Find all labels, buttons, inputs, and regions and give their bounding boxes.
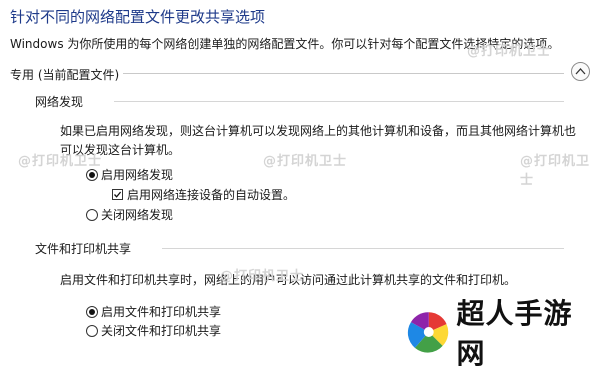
network-discovery-off-label: 关闭网络发现 <box>101 208 174 222</box>
page-title: 针对不同的网络配置文件更改共享选项 <box>10 8 266 26</box>
watermark: @打印机卫士 <box>263 154 348 169</box>
site-logo: 超人手游网 <box>407 292 600 372</box>
chevron-up-icon <box>575 68 586 75</box>
watermark: @打印机卫士 <box>18 154 103 169</box>
checkbox-checked-icon[interactable] <box>112 189 123 200</box>
network-discovery-on-label: 启用网络发现 <box>101 168 174 182</box>
section-divider <box>123 73 564 74</box>
profile-section-label: 专用 (当前配置文件) <box>10 68 120 82</box>
radio-unselected-icon[interactable] <box>86 324 98 337</box>
file-sharing-off-label: 关闭文件和打印机共享 <box>101 324 222 338</box>
file-sharing-on-option[interactable]: 启用文件和打印机共享 <box>86 303 221 320</box>
network-discovery-off-option[interactable]: 关闭网络发现 <box>86 206 173 223</box>
auto-setup-option[interactable]: 启用网络连接设备的自动设置。 <box>112 186 295 203</box>
watermark: @打印机卫士 <box>520 154 591 188</box>
watermark: @打印机卫士 <box>467 44 552 59</box>
file-sharing-heading: 文件和打印机共享 <box>35 242 132 256</box>
file-sharing-divider <box>162 248 564 249</box>
file-sharing-off-option[interactable]: 关闭文件和打印机共享 <box>86 322 221 339</box>
radio-selected-icon[interactable] <box>86 168 98 181</box>
network-discovery-heading: 网络发现 <box>35 95 84 109</box>
watermark: @打印机卫士 <box>220 269 305 284</box>
logo-text: 超人手游网 <box>456 297 573 370</box>
collapse-section-button[interactable] <box>571 62 590 81</box>
file-sharing-on-label: 启用文件和打印机共享 <box>101 305 222 319</box>
pinwheel-logo-icon <box>407 312 449 353</box>
auto-setup-label: 启用网络连接设备的自动设置。 <box>127 188 296 202</box>
radio-selected-icon[interactable] <box>86 305 98 318</box>
network-discovery-divider <box>114 101 564 102</box>
radio-unselected-icon[interactable] <box>86 208 98 221</box>
